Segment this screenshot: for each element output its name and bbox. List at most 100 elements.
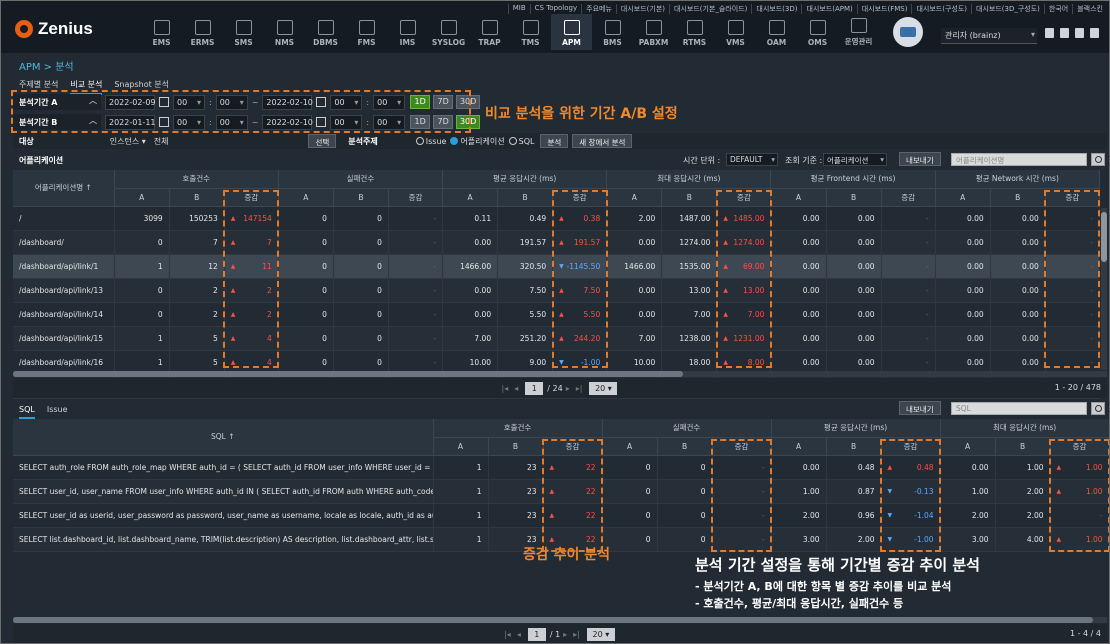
delta-highlight-box	[223, 190, 279, 368]
horizontal-scrollbar[interactable]	[13, 371, 1107, 377]
sub-header[interactable]: B	[661, 188, 718, 207]
next-page-icon[interactable]: ▸	[563, 630, 567, 639]
module-12[interactable]: PABXM	[633, 14, 674, 50]
module-2[interactable]: SMS	[223, 14, 264, 50]
top-link[interactable]: 대시보드(APM)	[801, 4, 856, 14]
top-link[interactable]: 대시보드(3D_구성도)	[971, 4, 1044, 14]
vertical-scrollbar[interactable]	[1101, 208, 1107, 370]
module-15[interactable]: OAM	[756, 14, 797, 50]
module-13[interactable]: RTMS	[674, 14, 715, 50]
sub-header[interactable]: 증감	[388, 188, 444, 207]
module-9[interactable]: TMS	[510, 14, 551, 50]
value-b: 0.00	[826, 326, 882, 351]
value-b: 0	[333, 326, 389, 351]
sub-header[interactable]: A	[770, 188, 827, 207]
application-search-input[interactable]: 어플리케이션명	[951, 153, 1087, 166]
sql-horizontal-scrollbar[interactable]	[13, 617, 1107, 623]
module-4[interactable]: DBMS	[305, 14, 346, 50]
module-10[interactable]: APM	[551, 14, 592, 50]
top-link[interactable]: 대시보드(기본)	[615, 4, 669, 14]
top-link[interactable]: 대시보드(3D)	[751, 4, 801, 14]
module-5[interactable]: FMS	[346, 14, 387, 50]
sub-header[interactable]: A	[602, 437, 658, 456]
module-8[interactable]: TRAP	[469, 14, 510, 50]
top-link[interactable]: 주요메뉴	[581, 4, 616, 14]
sub-header[interactable]: A	[442, 188, 499, 207]
target-type-select[interactable]: 인스턴스 ▾	[110, 136, 146, 147]
module-16[interactable]: OMS	[797, 14, 838, 50]
top-link[interactable]: MIB	[507, 4, 530, 14]
next-page-icon[interactable]: ▸	[566, 384, 570, 393]
top-link[interactable]: CS Topology	[529, 4, 581, 14]
name-column-header[interactable]: 어플리케이션명 ↑	[13, 170, 115, 207]
module-3[interactable]: NMS	[264, 14, 305, 50]
sub-header[interactable]: B	[657, 437, 713, 456]
top-link[interactable]: 대시보드(기본_슬라이드)	[669, 4, 751, 14]
select-button[interactable]: 선택	[308, 134, 337, 148]
sub-header[interactable]: A	[114, 188, 170, 207]
page-input[interactable]: 1	[527, 627, 546, 641]
module-17[interactable]: 운영관리	[838, 14, 879, 50]
name-column-header[interactable]: SQL ↑	[13, 419, 434, 456]
sql-issue-tabs: SQL Issue	[19, 405, 68, 419]
module-label: 운영관리	[844, 37, 873, 46]
top-link[interactable]: 대시보드(구성도)	[911, 4, 971, 14]
sub-header[interactable]: A	[940, 437, 996, 456]
export-button[interactable]: 내보내기	[899, 152, 941, 166]
sub-header[interactable]: B	[333, 188, 389, 207]
sub-header[interactable]: B	[169, 188, 225, 207]
new-window-analyze-button[interactable]: 새 창에서 분석	[572, 134, 633, 148]
subject-sql[interactable]: SQL	[508, 137, 534, 146]
module-7[interactable]: SYSLOG	[428, 14, 469, 50]
lock-icon[interactable]	[1060, 28, 1069, 38]
page-input[interactable]: 1	[525, 381, 544, 395]
sub-header[interactable]: A	[433, 437, 489, 456]
settings-icon[interactable]	[1090, 28, 1099, 38]
subject-application[interactable]: 어플리케이션	[450, 136, 505, 147]
basis-select[interactable]: 어플리케이션	[823, 153, 887, 166]
sub-header[interactable]: B	[826, 188, 882, 207]
prev-page-icon[interactable]: ◂	[514, 384, 518, 393]
sub-header[interactable]: A	[771, 437, 827, 456]
first-page-icon[interactable]: |◂	[502, 384, 509, 393]
subtab-0[interactable]: SQL	[19, 405, 35, 419]
sql-export-button[interactable]: 내보내기	[899, 401, 941, 415]
last-page-icon[interactable]: ▸|	[573, 630, 580, 639]
user-icon[interactable]	[1045, 28, 1054, 38]
sub-header[interactable]: A	[278, 188, 334, 207]
sub-header[interactable]: B	[990, 188, 1046, 207]
sub-header[interactable]: B	[995, 437, 1051, 456]
sql-search-input[interactable]: SQL	[951, 402, 1087, 415]
top-link[interactable]: 블랙스킨	[1072, 4, 1107, 14]
sub-header[interactable]: B	[497, 188, 554, 207]
search-icon[interactable]	[1091, 153, 1105, 166]
value-b: 0	[657, 479, 713, 504]
page-size-select[interactable]: 20 ▾	[586, 627, 615, 641]
top-link[interactable]: 대시보드(FMS)	[856, 4, 912, 14]
prev-page-icon[interactable]: ◂	[517, 630, 521, 639]
sub-header[interactable]: A	[606, 188, 663, 207]
sub-header[interactable]: B	[826, 437, 882, 456]
module-0[interactable]: EMS	[141, 14, 182, 50]
first-page-icon[interactable]: |◂	[504, 630, 511, 639]
analyze-button[interactable]: 분석	[540, 134, 569, 148]
device-icon[interactable]	[893, 17, 923, 47]
sub-header[interactable]: B	[488, 437, 544, 456]
user-select[interactable]: 관리자 (brainz)	[941, 28, 1037, 44]
help-icon[interactable]	[1075, 28, 1084, 38]
module-1[interactable]: ERMS	[182, 14, 223, 50]
subject-issue[interactable]: Issue	[415, 137, 446, 146]
module-14[interactable]: VMS	[715, 14, 756, 50]
row-name: /dashboard/api/link/14	[13, 302, 115, 327]
module-11[interactable]: BMS	[592, 14, 633, 50]
last-page-icon[interactable]: ▸|	[576, 384, 583, 393]
logo[interactable]: Zenius	[15, 19, 93, 39]
module-6[interactable]: IMS	[387, 14, 428, 50]
sub-header[interactable]: 증감	[881, 188, 936, 207]
top-link[interactable]: 한국어	[1043, 4, 1072, 14]
sub-header[interactable]: A	[935, 188, 991, 207]
search-icon[interactable]	[1091, 402, 1105, 415]
page-size-select[interactable]: 20 ▾	[589, 381, 618, 395]
subtab-1[interactable]: Issue	[47, 405, 68, 419]
time-unit-select[interactable]: DEFAULT	[726, 153, 778, 166]
